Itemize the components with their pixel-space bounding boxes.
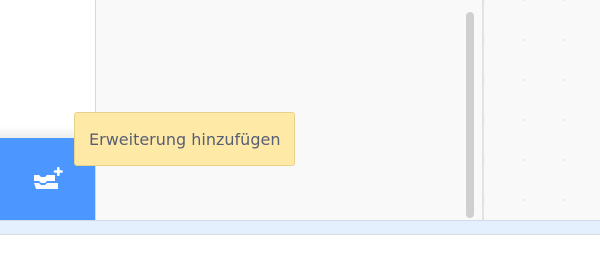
- add-extension-icon: [31, 166, 65, 192]
- tooltip-text: Erweiterung hinzufügen: [89, 129, 281, 149]
- add-extension-tooltip: Erweiterung hinzufügen: [74, 112, 296, 166]
- palette-scrollbar[interactable]: [466, 12, 474, 218]
- block-palette[interactable]: [96, 0, 482, 220]
- script-workspace[interactable]: [484, 0, 600, 220]
- bottom-bar-border: [0, 220, 600, 234]
- editor-root: Erweiterung hinzufügen: [0, 0, 600, 274]
- bottom-bar: [0, 234, 600, 274]
